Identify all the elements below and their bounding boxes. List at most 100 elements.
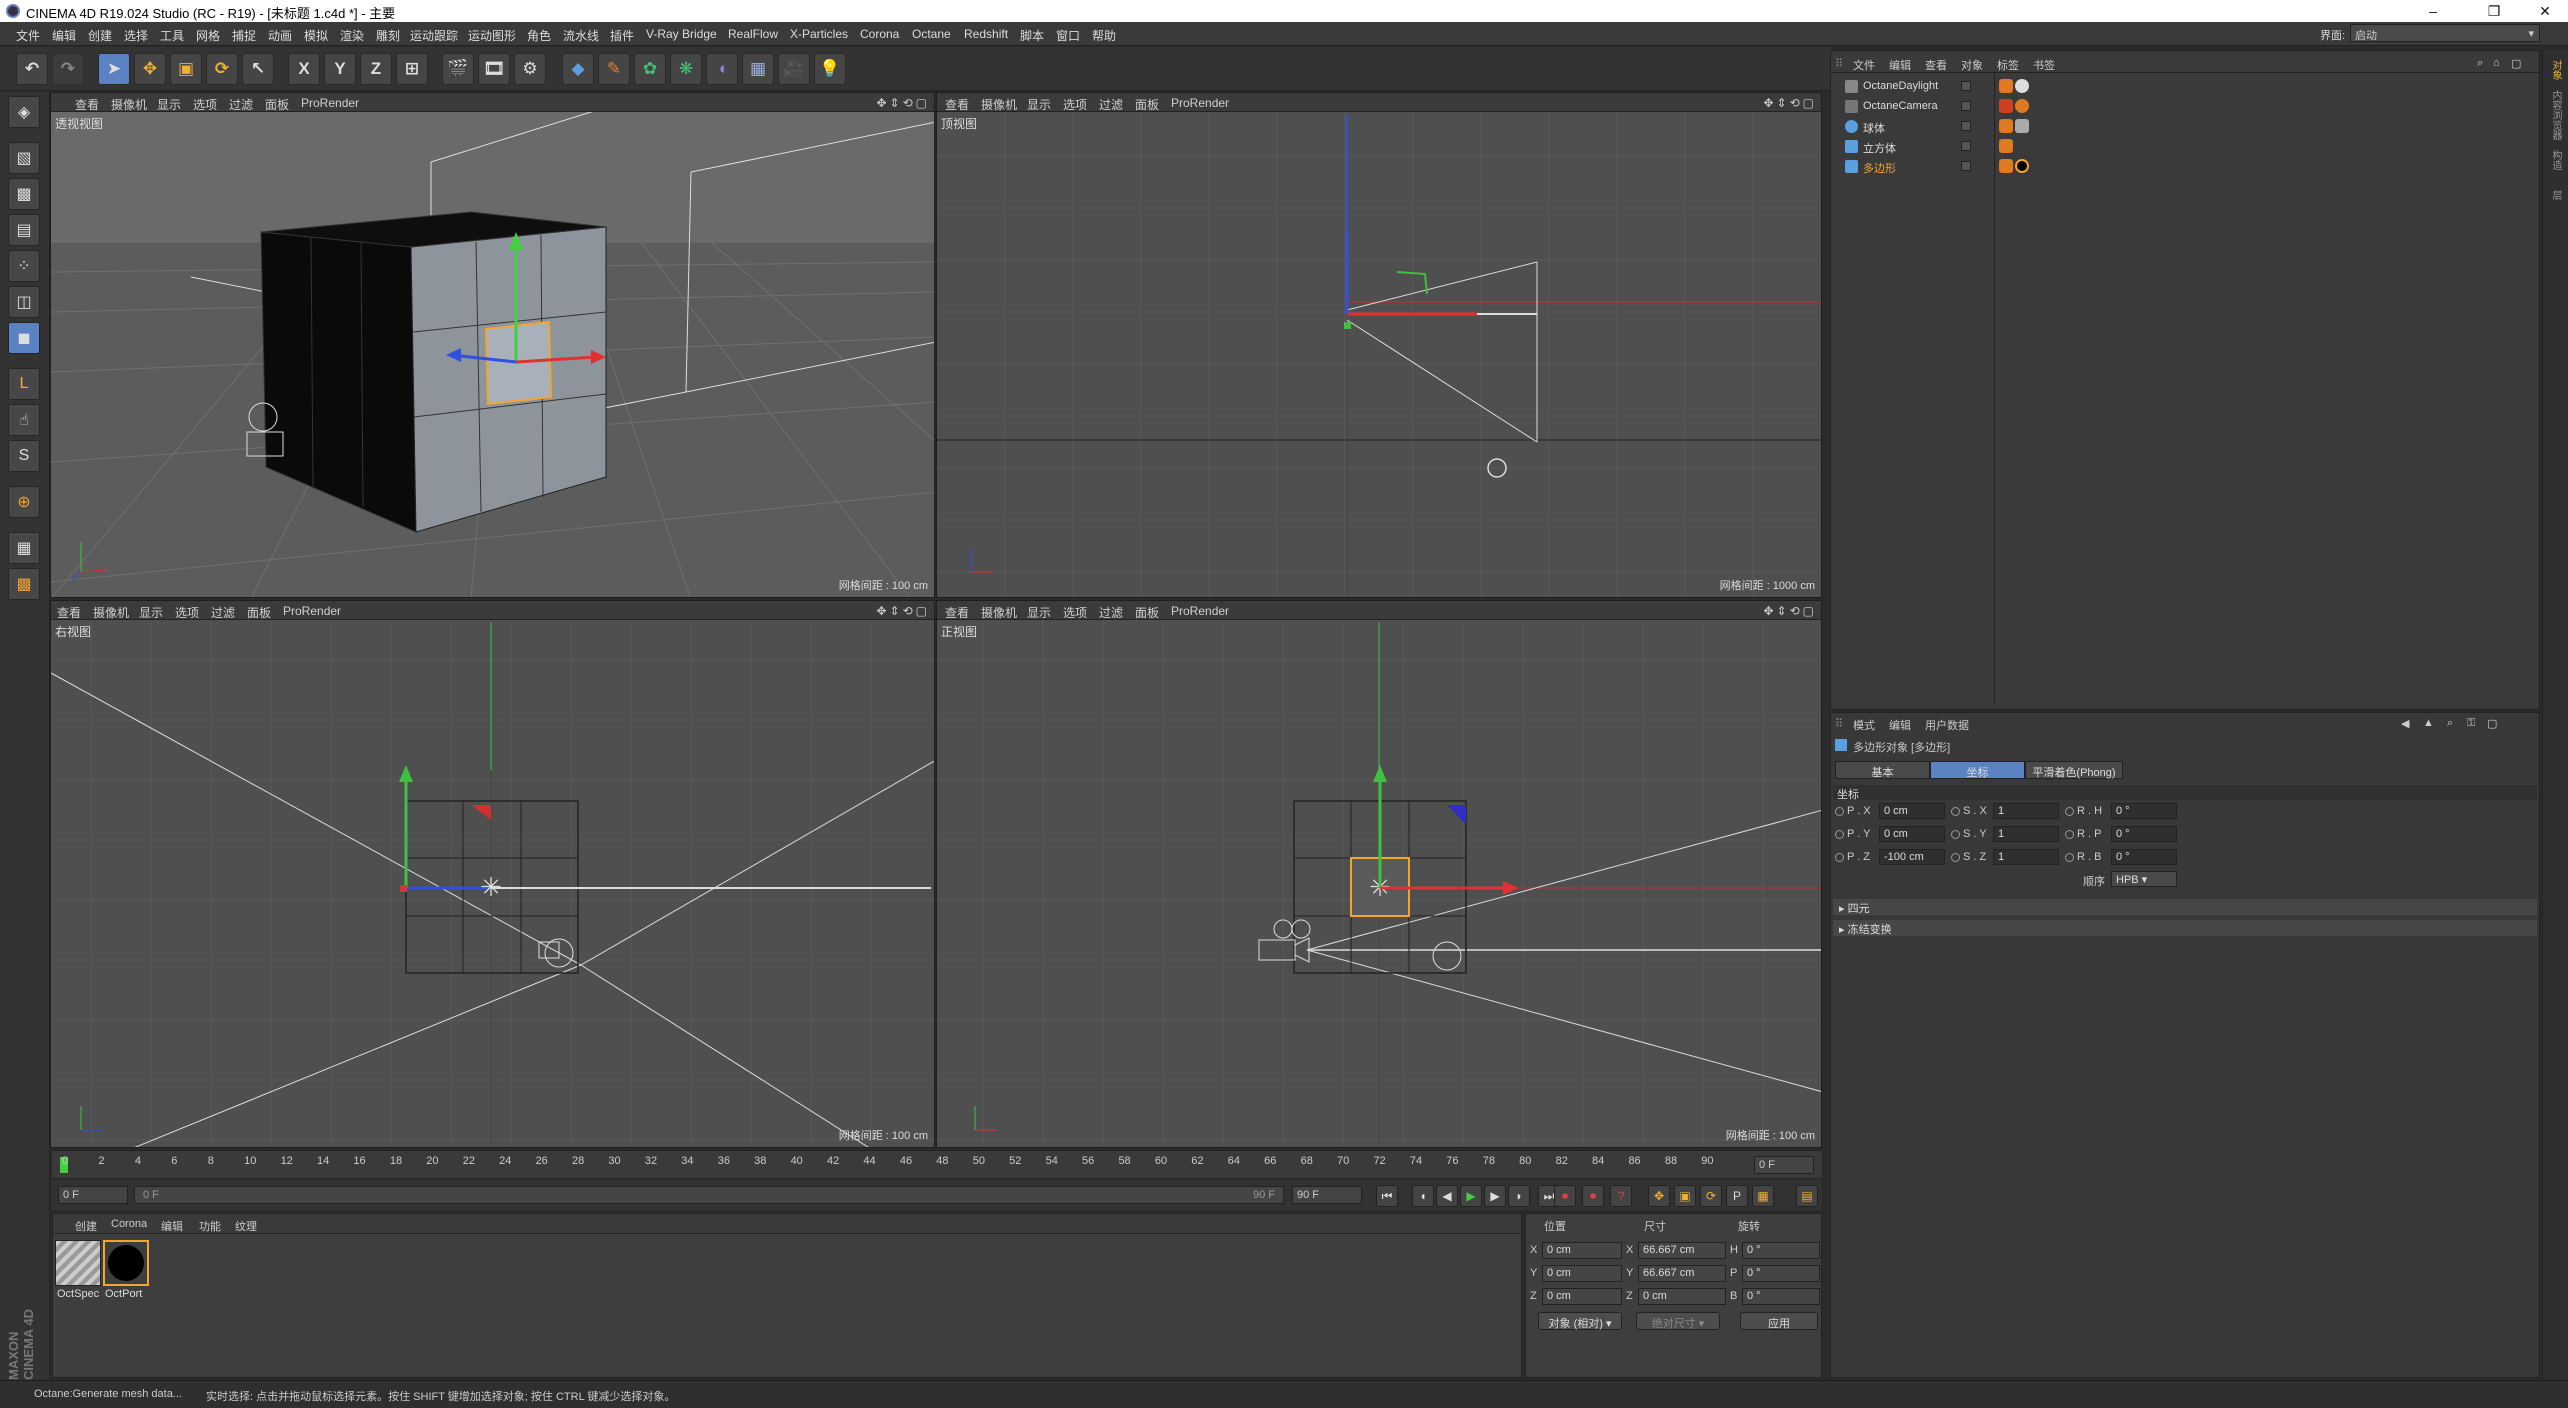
animate-radio[interactable]: [1951, 807, 1960, 816]
scale-z-field[interactable]: 1: [1993, 849, 2059, 865]
tweak-icon[interactable]: ☝: [8, 404, 40, 436]
frame-range-slider[interactable]: 0 F 90 F: [134, 1186, 1284, 1204]
rotation-b-field[interactable]: 0 °: [1742, 1288, 1820, 1305]
camera-icon[interactable]: 🎥: [778, 53, 810, 85]
points-mode-icon[interactable]: ⁘: [8, 250, 40, 282]
camera-tag-icon[interactable]: [1999, 99, 2013, 113]
vp-menu-view[interactable]: 查看: [945, 604, 969, 621]
om-menu-bookmarks[interactable]: 书签: [2033, 57, 2055, 73]
cloner-icon[interactable]: ❋: [670, 53, 702, 85]
vp-menu-options[interactable]: 选项: [1063, 96, 1087, 113]
vp-menu-display[interactable]: 显示: [139, 604, 163, 621]
menu-select[interactable]: 选择: [124, 27, 148, 44]
edges-mode-icon[interactable]: ◫: [8, 286, 40, 318]
visibility-toggle[interactable]: [1961, 101, 1971, 111]
viewport-nav-icons[interactable]: ✥⇕⟲▢: [1763, 604, 1817, 618]
rotation-order-dropdown[interactable]: HPB ▾: [2111, 871, 2177, 887]
restore-button[interactable]: ❐: [2471, 0, 2517, 22]
key-scale-icon[interactable]: ▣: [1674, 1185, 1696, 1207]
tab-objects[interactable]: 对象: [2548, 60, 2563, 80]
close-button[interactable]: ✕: [2522, 0, 2568, 22]
vp-menu-camera[interactable]: 摄像机: [93, 604, 129, 621]
menu-create[interactable]: 创建: [88, 27, 112, 44]
search-icon[interactable]: ⌕: [2447, 717, 2453, 730]
up-arrow-icon[interactable]: ▲: [2423, 717, 2434, 729]
pos-x-field[interactable]: 0 cm: [1879, 803, 1945, 819]
menu-plugins[interactable]: 插件: [610, 27, 634, 44]
vp-menu-panel[interactable]: 面板: [265, 96, 289, 113]
key-position-icon[interactable]: ✥: [1648, 1185, 1670, 1207]
home-icon[interactable]: ⌂: [2493, 57, 2500, 69]
viewport-right[interactable]: 查看 摄像机 显示 选项 过滤 面板 ProRender ✥⇕⟲▢ ✳ 右视图 …: [50, 600, 935, 1148]
animate-radio[interactable]: [2065, 853, 2074, 862]
protection-tag-icon[interactable]: [2015, 99, 2029, 113]
mat-menu-corona[interactable]: Corona: [111, 1218, 147, 1230]
solo-icon[interactable]: S: [8, 440, 40, 472]
octane-tag-icon[interactable]: [1999, 79, 2013, 93]
am-menu-mode[interactable]: 模式: [1853, 717, 1875, 733]
animate-radio[interactable]: [1951, 853, 1960, 862]
menu-animate[interactable]: 动画: [268, 27, 292, 44]
vp-menu-prorender[interactable]: ProRender: [1171, 96, 1229, 110]
menu-vray[interactable]: V-Ray Bridge: [646, 27, 717, 41]
material-tag-icon[interactable]: [2015, 159, 2029, 173]
animate-radio[interactable]: [2065, 807, 2074, 816]
menu-sculpt[interactable]: 雕刻: [376, 27, 400, 44]
animate-radio[interactable]: [1951, 830, 1960, 839]
object-row[interactable]: OctaneDaylight: [1833, 77, 2537, 96]
end-frame-field[interactable]: 90 F: [1292, 1186, 1362, 1204]
layout-select[interactable]: 启动 ▾: [2350, 24, 2540, 42]
play-icon[interactable]: ▶: [1460, 1185, 1482, 1207]
menu-octane[interactable]: Octane: [912, 27, 951, 41]
rot-h-field[interactable]: 0 °: [2111, 803, 2177, 819]
vp-menu-panel[interactable]: 面板: [1135, 604, 1159, 621]
redo-button[interactable]: ↷: [52, 53, 84, 85]
om-menu-object[interactable]: 对象: [1961, 57, 1983, 73]
vp-menu-view[interactable]: 查看: [75, 96, 99, 113]
vp-menu-filter[interactable]: 过滤: [211, 604, 235, 621]
om-menu-tags[interactable]: 标签: [1997, 57, 2019, 73]
animate-radio[interactable]: [1835, 853, 1844, 862]
vp-menu-prorender[interactable]: ProRender: [283, 604, 341, 618]
phong-tag-icon[interactable]: [1999, 139, 2013, 153]
render-view-icon[interactable]: 🎬: [442, 53, 474, 85]
rot-b-field[interactable]: 0 °: [2111, 849, 2177, 865]
position-y-field[interactable]: 0 cm: [1542, 1265, 1622, 1282]
snap-icon[interactable]: ⊕: [8, 486, 40, 518]
new-window-icon[interactable]: ▢: [2511, 57, 2521, 70]
menu-tools[interactable]: 工具: [160, 27, 184, 44]
light-icon[interactable]: 💡: [814, 53, 846, 85]
start-frame-field[interactable]: 0 F: [58, 1186, 128, 1204]
live-selection-icon[interactable]: ➤: [98, 53, 130, 85]
vp-menu-filter[interactable]: 过滤: [1099, 604, 1123, 621]
visibility-toggle[interactable]: [1961, 121, 1971, 131]
om-menu-edit[interactable]: 编辑: [1889, 57, 1911, 73]
animate-radio[interactable]: [2065, 830, 2074, 839]
section-quaternion[interactable]: ▸ 四元: [1833, 899, 2537, 915]
mat-menu-edit[interactable]: 编辑: [161, 1218, 183, 1234]
vp-menu-camera[interactable]: 摄像机: [111, 96, 147, 113]
material-thumb-octspec[interactable]: [55, 1240, 101, 1286]
tab-content-browser[interactable]: 内容浏览器: [2548, 90, 2563, 140]
viewport-perspective[interactable]: 查看 摄像机 显示 选项 过滤 面板 ProRender ✥⇕⟲▢ 透视视图 网…: [50, 92, 935, 598]
next-frame-icon[interactable]: ▶: [1484, 1185, 1506, 1207]
viewport-front[interactable]: 查看 摄像机 显示 选项 过滤 面板 ProRender ✥⇕⟲▢ ✳ 正视图 …: [936, 600, 1822, 1148]
go-to-start-icon[interactable]: ⏮: [1376, 1185, 1398, 1207]
mat-menu-texture[interactable]: 纹理: [235, 1218, 257, 1234]
menu-mesh[interactable]: 网格: [196, 27, 220, 44]
timeline-ruler[interactable]: 0 2 4 6 8 10 12 14 16 18 20 22 24 26 28 30 32 34 36 38 40 42 4…: [52, 1150, 1822, 1178]
rotation-h-field[interactable]: 0 °: [1742, 1242, 1820, 1259]
menu-script[interactable]: 脚本: [1020, 27, 1044, 44]
menu-pipeline[interactable]: 流水线: [563, 27, 599, 44]
vp-menu-display[interactable]: 显示: [157, 96, 181, 113]
cube-object-icon[interactable]: ◆: [562, 53, 594, 85]
subdivision-icon[interactable]: ✿: [634, 53, 666, 85]
coordinate-system-icon[interactable]: ⊞: [396, 53, 428, 85]
am-menu-userdata[interactable]: 用户数据: [1925, 717, 1969, 733]
size-mode-dropdown[interactable]: 绝对尺寸 ▾: [1636, 1312, 1720, 1330]
object-row[interactable]: 球体: [1833, 117, 2537, 136]
object-row[interactable]: 立方体: [1833, 137, 2537, 156]
key-parameter-icon[interactable]: P: [1726, 1185, 1748, 1207]
mat-menu-create[interactable]: 创建: [75, 1218, 97, 1234]
tab-phong[interactable]: 平滑着色(Phong): [2025, 761, 2123, 779]
